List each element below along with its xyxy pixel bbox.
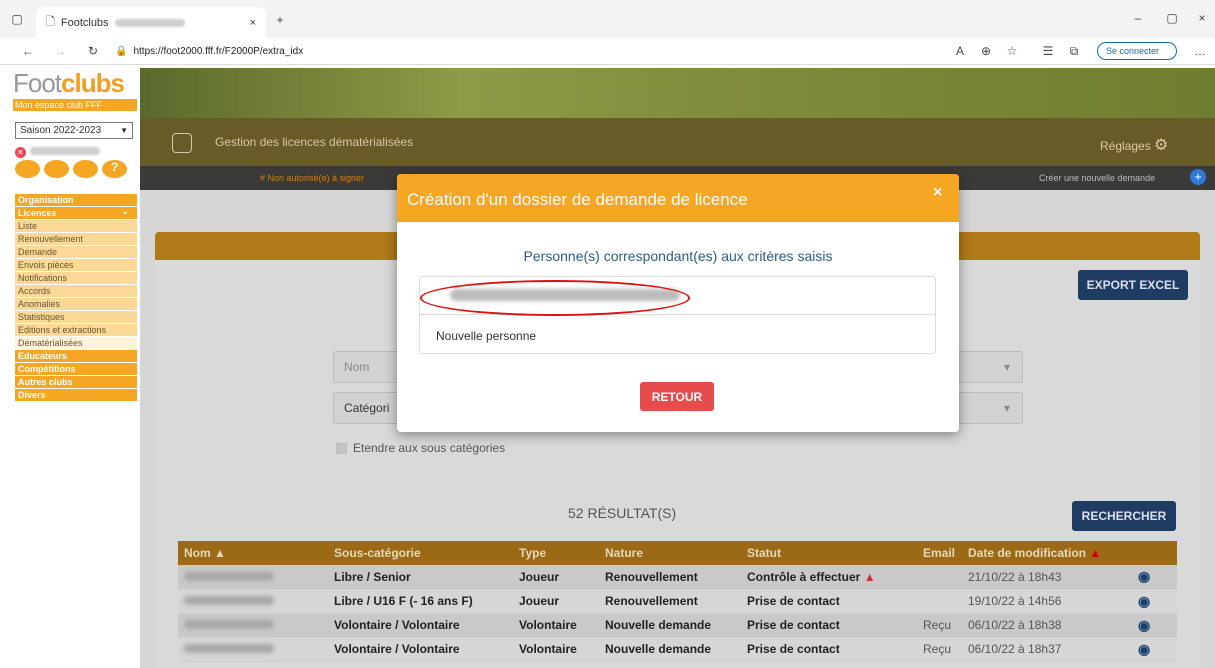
back-button[interactable]: RETOUR: [640, 382, 714, 411]
minimize-icon[interactable]: –: [1130, 10, 1146, 26]
tab-title-blurred: [114, 18, 185, 27]
person-list: Nouvelle personne: [419, 276, 936, 354]
chevron-down-icon: ⌄: [121, 206, 129, 216]
sidebar-item[interactable]: Compétitions: [15, 363, 137, 376]
sign-in-label: Se connecter: [1106, 46, 1160, 56]
page-icon: 🗋: [46, 16, 55, 28]
close-tab-icon[interactable]: ×: [250, 17, 256, 29]
settings-label: Réglages: [1100, 139, 1151, 153]
browser-tab-bar: ▢ 🗋 Footclubs × + – ▢ ×: [0, 0, 1215, 38]
sign-in-button[interactable]: Se connecter: [1097, 42, 1177, 60]
favorite-icon[interactable]: ☆: [1004, 43, 1020, 59]
sidebar-item[interactable]: Organisation: [15, 194, 137, 207]
red-highlight-ellipse: [420, 280, 690, 316]
sidebar-item[interactable]: Editions et extractions: [15, 324, 137, 337]
list-item-new-person[interactable]: Nouvelle personne: [420, 315, 935, 353]
sidebar-item[interactable]: Demande: [15, 246, 137, 259]
sidebar-item[interactable]: Accords: [15, 285, 137, 298]
sidebar-item[interactable]: Notifications: [15, 272, 137, 285]
logo-text: Footclubs: [13, 68, 137, 99]
address-bar-row: ← → ↻ 🔒 https://foot2000.fff.fr/F2000P/e…: [0, 38, 1215, 65]
close-window-icon[interactable]: ×: [1194, 10, 1210, 26]
logo-bold: clubs: [61, 68, 125, 98]
favorites-list-icon[interactable]: ☰: [1040, 43, 1056, 59]
reload-icon[interactable]: ↻: [85, 43, 101, 59]
logo-main: Foot: [13, 68, 62, 98]
header-banner: [140, 68, 1215, 118]
list-item-person[interactable]: [420, 277, 935, 316]
modal-header: Création d'un dossier de demande de lice…: [397, 174, 959, 222]
sidebar-item[interactable]: Envois pièces: [15, 259, 137, 272]
url-text: https://foot2000.fff.fr/F2000P/extra_idx: [133, 45, 304, 57]
maximize-icon[interactable]: ▢: [1164, 10, 1180, 26]
group-icon[interactable]: [15, 160, 40, 178]
modal-title: Création d'un dossier de demande de lice…: [407, 190, 748, 209]
read-aloud-icon[interactable]: A: [952, 43, 968, 59]
error-icon[interactable]: ✕: [15, 147, 26, 158]
collections-icon[interactable]: ⧉: [1066, 43, 1082, 59]
chevron-down-icon: ▼: [120, 126, 128, 135]
help-icon[interactable]: ?: [102, 160, 127, 178]
season-select[interactable]: Saison 2022-2023 ▼: [15, 122, 133, 139]
sidebar-menu: Organisation Licences ⌄ Liste Renouvellement…: [15, 194, 137, 402]
sidebar-item[interactable]: Educateurs: [15, 350, 137, 363]
user-name-blurred: [30, 147, 101, 155]
sidebar-item[interactable]: Anomalies: [15, 298, 137, 311]
quick-actions: ?: [15, 160, 133, 180]
settings-link[interactable]: Réglages ⚙: [1100, 135, 1168, 155]
tab-actions-icon[interactable]: ▢: [8, 10, 26, 28]
back-icon[interactable]: ←: [20, 43, 36, 59]
zoom-icon[interactable]: ⊕: [978, 43, 994, 59]
edit-icon[interactable]: [44, 160, 69, 178]
tab-title: Footclubs: [60, 16, 109, 29]
sidebar-item[interactable]: Renouvellement: [15, 233, 137, 246]
footclubs-logo[interactable]: Footclubs Mon espace club FFF: [13, 68, 137, 118]
sidebar-item[interactable]: Divers: [15, 389, 137, 402]
fff-logo-icon: [172, 133, 192, 153]
logo-sub: Mon espace club FFF: [13, 99, 137, 111]
sidebar-item[interactable]: Autres clubs: [15, 376, 137, 389]
page-title: Gestion des licences dématérialisées: [215, 135, 414, 149]
gear-icon: ⚙: [1154, 137, 1169, 154]
address-field[interactable]: 🔒 https://foot2000.fff.fr/F2000P/extra_i…: [115, 41, 895, 61]
sidebar-item[interactable]: Liste: [15, 220, 137, 233]
forward-icon[interactable]: →: [52, 43, 68, 59]
sidebar-item[interactable]: Statistiques: [15, 311, 137, 324]
sidebar-item[interactable]: Licences ⌄: [15, 206, 137, 220]
close-icon[interactable]: ×: [933, 184, 942, 202]
more-icon[interactable]: …: [1192, 43, 1208, 59]
sidebar-item[interactable]: Dématérialisées: [15, 337, 137, 350]
modal-subtitle: Personne(s) correspondant(es) aux critèr…: [523, 248, 833, 264]
user-row: ✕: [15, 142, 133, 158]
document-icon[interactable]: [73, 160, 98, 178]
new-tab-icon[interactable]: +: [272, 12, 288, 28]
browser-tab[interactable]: 🗋 Footclubs ×: [36, 7, 266, 38]
lock-icon: 🔒: [115, 45, 128, 57]
season-value: Saison 2022-2023: [20, 125, 102, 136]
license-request-modal: Création d'un dossier de demande de lice…: [397, 174, 959, 432]
